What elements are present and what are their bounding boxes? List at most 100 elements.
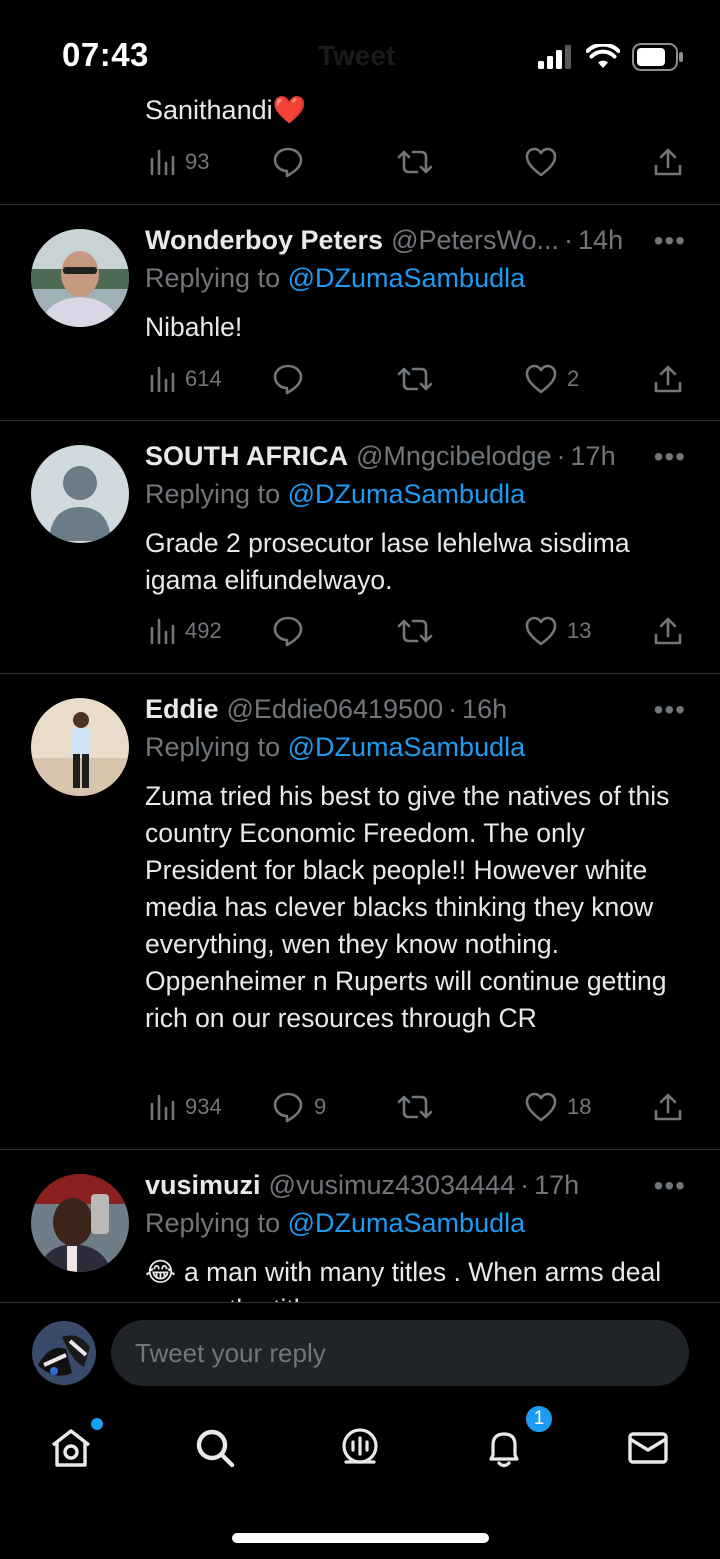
mention-link[interactable]: @DZumaSambudla xyxy=(288,732,526,762)
views-count: 614 xyxy=(185,366,222,391)
share-button[interactable] xyxy=(653,142,683,182)
reply-button[interactable] xyxy=(272,611,314,651)
mention-link[interactable]: @DZumaSambudla xyxy=(288,1208,526,1238)
home-unread-dot xyxy=(91,1418,103,1430)
battery-icon xyxy=(632,43,683,71)
notifications-badge: 1 xyxy=(524,1404,554,1434)
default-avatar[interactable] xyxy=(31,445,129,543)
analytics-icon xyxy=(150,149,175,175)
retweet-button[interactable] xyxy=(397,359,443,399)
views-count: 93 xyxy=(185,149,210,174)
reply-button[interactable] xyxy=(272,359,314,399)
tweet-item[interactable]: Eddie @Eddie06419500 · 16h ••• Replying … xyxy=(0,674,720,1150)
heart-outline-icon xyxy=(525,364,557,394)
heart-outline-icon xyxy=(525,616,557,646)
status-time: 07:43 xyxy=(62,36,149,73)
tweet-actions: 93 xyxy=(145,142,692,182)
tab-spaces[interactable] xyxy=(332,1420,388,1476)
heart-emoji: ❤️ xyxy=(272,95,307,125)
tweet-item[interactable]: SOUTH AFRICA @Mngcibelodge · 17h ••• Rep… xyxy=(0,421,720,674)
more-options-icon[interactable]: ••• xyxy=(654,694,686,726)
mention-link[interactable]: @DZumaSambudla xyxy=(288,263,526,293)
tab-notifications[interactable]: 1 xyxy=(476,1404,554,1476)
retweet-button[interactable] xyxy=(397,1087,443,1127)
views-count: 492 xyxy=(185,618,222,643)
reply-button[interactable] xyxy=(272,142,314,182)
retweet-button[interactable] xyxy=(397,142,443,182)
reply-icon xyxy=(273,147,303,178)
tweet-text: Grade 2 prosecutor lase lehlelwa sisdima… xyxy=(145,528,630,595)
tab-home[interactable] xyxy=(43,1418,103,1476)
laughing-emoji: 😂 xyxy=(145,1257,176,1287)
author-handle[interactable]: @Mngcibelodge xyxy=(356,441,552,472)
share-icon xyxy=(654,365,682,393)
replying-to-line: Replying to @DZumaSambudla xyxy=(145,732,526,762)
author-handle[interactable]: @vusimuz43034444 xyxy=(269,1170,516,1201)
tab-search[interactable] xyxy=(187,1420,243,1476)
avatar[interactable] xyxy=(31,1174,129,1272)
author-name[interactable]: Eddie xyxy=(145,694,219,725)
share-button[interactable] xyxy=(653,1087,683,1127)
tweet-time: 17h xyxy=(534,1170,580,1200)
views-button[interactable]: 934 xyxy=(149,1087,222,1127)
reply-icon xyxy=(273,616,303,647)
spaces-icon xyxy=(342,1428,378,1464)
author-handle[interactable]: @Eddie06419500 xyxy=(227,694,444,725)
replying-to-line: Replying to @DZumaSambudla xyxy=(145,479,526,509)
tweet-actions: 492 13 xyxy=(145,611,692,651)
tweet-item[interactable]: vusimuzi @vusimuz43034444 · 17h ••• Repl… xyxy=(0,1150,720,1302)
like-button[interactable]: 18 xyxy=(525,1087,591,1127)
reply-input[interactable] xyxy=(111,1320,689,1386)
reply-button[interactable]: 9 xyxy=(272,1087,326,1127)
author-name[interactable]: SOUTH AFRICA xyxy=(145,441,348,472)
tweet-text: Sanithandi xyxy=(145,95,273,125)
home-indicator[interactable] xyxy=(232,1533,489,1543)
reply-count: 9 xyxy=(314,1094,327,1119)
retweet-icon xyxy=(397,150,433,174)
more-options-icon[interactable]: ••• xyxy=(654,225,686,257)
avatar[interactable] xyxy=(31,229,129,327)
share-button[interactable] xyxy=(653,611,683,651)
like-button[interactable]: 2 xyxy=(525,359,579,399)
retweet-button[interactable] xyxy=(397,611,443,651)
tab-messages[interactable] xyxy=(620,1420,676,1476)
like-count: 13 xyxy=(567,618,592,643)
retweet-icon xyxy=(397,367,433,391)
more-options-icon[interactable]: ••• xyxy=(654,441,686,473)
views-button[interactable]: 93 xyxy=(149,142,209,182)
analytics-icon xyxy=(150,618,175,644)
tweet-text: a man with many titles . When arms deal … xyxy=(145,1257,662,1302)
share-icon xyxy=(654,148,682,176)
share-button[interactable] xyxy=(653,359,683,399)
share-icon xyxy=(654,617,682,645)
tweet-item[interactable]: Sanithandi❤️ 93 xyxy=(0,88,720,205)
author-name[interactable]: vusimuzi xyxy=(145,1170,261,1201)
like-count: 2 xyxy=(567,366,580,391)
views-count: 934 xyxy=(185,1094,222,1119)
author-handle[interactable]: @PetersWo... xyxy=(391,225,559,256)
reply-icon xyxy=(273,364,303,395)
tweet-time: 17h xyxy=(570,441,616,471)
more-options-icon[interactable]: ••• xyxy=(654,1170,686,1202)
like-button[interactable]: 13 xyxy=(525,611,591,651)
views-button[interactable]: 614 xyxy=(149,359,222,399)
tweet-time: 14h xyxy=(578,225,624,255)
mention-link[interactable]: @DZumaSambudla xyxy=(288,479,526,509)
tweet-item[interactable]: Wonderboy Peters @PetersWo... · 14h ••• … xyxy=(0,205,720,421)
like-count: 18 xyxy=(567,1094,592,1119)
author-name[interactable]: Wonderboy Peters xyxy=(145,225,383,256)
my-avatar[interactable] xyxy=(32,1321,96,1385)
tweet-text: Nibahle! xyxy=(145,312,243,342)
header-title-faded: Tweet xyxy=(318,40,396,71)
heart-outline-icon xyxy=(525,147,557,177)
heart-outline-icon xyxy=(525,1092,557,1122)
tweet-actions: 614 2 xyxy=(145,359,692,399)
search-icon xyxy=(196,1429,235,1468)
replies-timeline[interactable]: Sanithandi❤️ 93 Wonderboy Peters @Peters… xyxy=(0,88,720,1302)
share-icon xyxy=(654,1093,682,1121)
avatar[interactable] xyxy=(31,698,129,796)
views-button[interactable]: 492 xyxy=(149,611,222,651)
mail-icon xyxy=(628,1432,668,1464)
tweet-text: Zuma tried his best to give the natives … xyxy=(145,781,670,1033)
like-button[interactable] xyxy=(525,142,567,182)
